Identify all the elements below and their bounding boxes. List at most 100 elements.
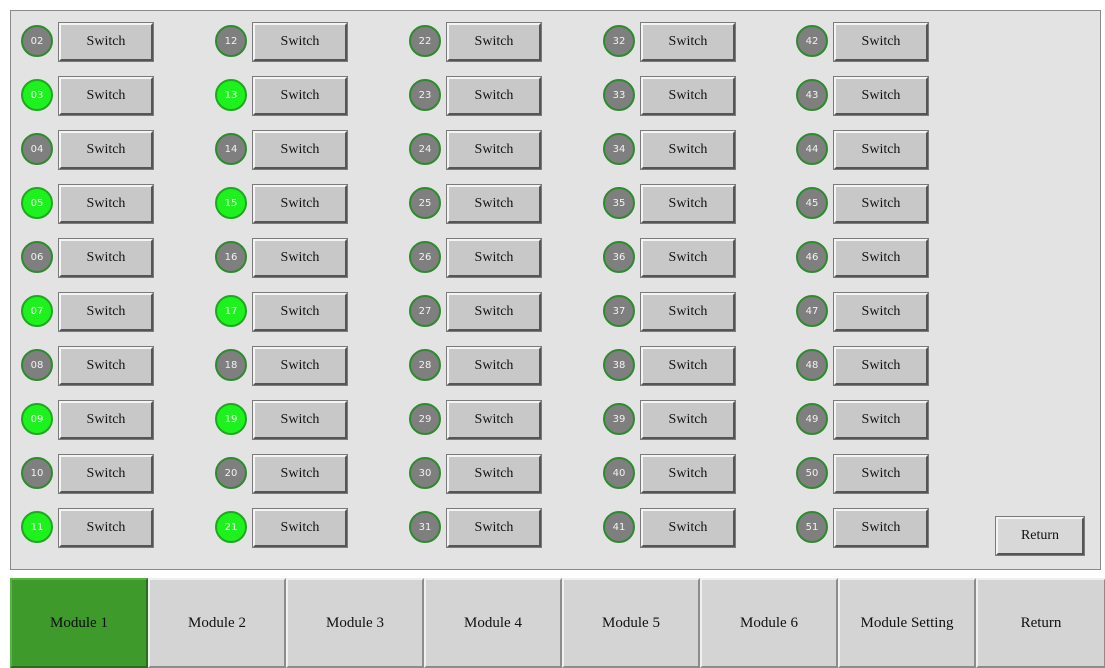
channel-status-indicator: 38: [603, 349, 635, 381]
switch-button[interactable]: Switch: [446, 292, 542, 332]
switch-button[interactable]: Switch: [252, 400, 348, 440]
module-tab[interactable]: Module 6: [700, 578, 838, 668]
switch-button[interactable]: Switch: [58, 400, 154, 440]
channel-status-indicator: 08: [21, 349, 53, 381]
channel-status-indicator: 48: [796, 349, 828, 381]
switch-button[interactable]: Switch: [252, 76, 348, 116]
channel-status-indicator: 20: [215, 457, 247, 489]
switch-button[interactable]: Switch: [58, 76, 154, 116]
channel-status-indicator: 17: [215, 295, 247, 327]
channel-status-indicator: 32: [603, 25, 635, 57]
switch-button[interactable]: Switch: [446, 454, 542, 494]
channel-status-indicator: 21: [215, 511, 247, 543]
switch-button[interactable]: Switch: [58, 292, 154, 332]
channel-status-indicator: 39: [603, 403, 635, 435]
switch-button[interactable]: Switch: [640, 184, 736, 224]
switch-button[interactable]: Switch: [446, 238, 542, 278]
channel-status-indicator: 07: [21, 295, 53, 327]
channel-status-indicator: 36: [603, 241, 635, 273]
switch-button[interactable]: Switch: [252, 292, 348, 332]
module-tab[interactable]: Module 5: [562, 578, 700, 668]
channel-status-indicator: 51: [796, 511, 828, 543]
switch-button[interactable]: Switch: [252, 346, 348, 386]
switch-button[interactable]: Switch: [640, 292, 736, 332]
switch-button[interactable]: Switch: [833, 400, 929, 440]
switch-button[interactable]: Switch: [833, 130, 929, 170]
channel-status-indicator: 40: [603, 457, 635, 489]
switch-button[interactable]: Switch: [58, 454, 154, 494]
switch-button[interactable]: Switch: [833, 238, 929, 278]
switch-button[interactable]: Switch: [58, 130, 154, 170]
channel-status-indicator: 42: [796, 25, 828, 57]
switch-button[interactable]: Switch: [640, 238, 736, 278]
switch-button[interactable]: Switch: [446, 184, 542, 224]
channel-status-indicator: 43: [796, 79, 828, 111]
channel-status-indicator: 16: [215, 241, 247, 273]
channel-status-indicator: 44: [796, 133, 828, 165]
channel-status-indicator: 49: [796, 403, 828, 435]
channel-status-indicator: 30: [409, 457, 441, 489]
panel-return-button[interactable]: Return: [995, 516, 1085, 556]
switch-button[interactable]: Switch: [446, 400, 542, 440]
switch-button[interactable]: Switch: [833, 76, 929, 116]
switch-button[interactable]: Switch: [640, 22, 736, 62]
switch-button[interactable]: Switch: [58, 238, 154, 278]
switch-button[interactable]: Switch: [446, 346, 542, 386]
channel-status-indicator: 26: [409, 241, 441, 273]
module-tab-bar: Module 1 Module 2 Module 3 Module 4 Module 5…: [10, 578, 1105, 668]
channel-status-indicator: 22: [409, 25, 441, 57]
channel-status-indicator: 05: [21, 187, 53, 219]
channel-status-indicator: 37: [603, 295, 635, 327]
module-tab[interactable]: Module 2: [148, 578, 286, 668]
switch-button[interactable]: Switch: [833, 454, 929, 494]
switch-button[interactable]: Switch: [252, 238, 348, 278]
switch-button[interactable]: Switch: [833, 292, 929, 332]
channel-status-indicator: 27: [409, 295, 441, 327]
channel-status-indicator: 09: [21, 403, 53, 435]
switch-button[interactable]: Switch: [446, 508, 542, 548]
module-tab[interactable]: Module 3: [286, 578, 424, 668]
switch-button[interactable]: Switch: [446, 130, 542, 170]
channel-status-indicator: 18: [215, 349, 247, 381]
switch-button[interactable]: Switch: [640, 76, 736, 116]
channel-status-indicator: 12: [215, 25, 247, 57]
switch-button[interactable]: Switch: [252, 130, 348, 170]
channel-status-indicator: 06: [21, 241, 53, 273]
channel-status-indicator: 11: [21, 511, 53, 543]
switch-button[interactable]: Switch: [252, 454, 348, 494]
channel-status-indicator: 29: [409, 403, 441, 435]
channel-status-indicator: 19: [215, 403, 247, 435]
switch-button[interactable]: Switch: [640, 400, 736, 440]
switch-panel: 02 Switch 03 Switch 04 Switch 05 Switch 06 Switch…: [10, 10, 1101, 570]
channel-status-indicator: 14: [215, 133, 247, 165]
switch-button[interactable]: Switch: [58, 508, 154, 548]
module-tab[interactable]: Module 4: [424, 578, 562, 668]
switch-button[interactable]: Switch: [446, 22, 542, 62]
switch-button[interactable]: Switch: [252, 184, 348, 224]
channel-status-indicator: 35: [603, 187, 635, 219]
switch-button[interactable]: Switch: [833, 184, 929, 224]
module-tab[interactable]: Module 1: [10, 578, 148, 668]
switch-button[interactable]: Switch: [640, 508, 736, 548]
switch-button[interactable]: Switch: [252, 508, 348, 548]
channel-status-indicator: 33: [603, 79, 635, 111]
switch-button[interactable]: Switch: [58, 184, 154, 224]
channel-status-indicator: 23: [409, 79, 441, 111]
channel-status-indicator: 34: [603, 133, 635, 165]
channel-status-indicator: 13: [215, 79, 247, 111]
switch-button[interactable]: Switch: [252, 22, 348, 62]
switch-button[interactable]: Switch: [446, 76, 542, 116]
switch-button[interactable]: Switch: [833, 346, 929, 386]
switch-button[interactable]: Switch: [833, 22, 929, 62]
return-tab[interactable]: Return: [976, 578, 1105, 668]
module-tab[interactable]: Module Setting: [838, 578, 976, 668]
switch-button[interactable]: Switch: [640, 346, 736, 386]
switch-button[interactable]: Switch: [833, 508, 929, 548]
channel-status-indicator: 28: [409, 349, 441, 381]
switch-button[interactable]: Switch: [58, 22, 154, 62]
switch-button[interactable]: Switch: [58, 346, 154, 386]
channel-status-indicator: 15: [215, 187, 247, 219]
switch-button[interactable]: Switch: [640, 454, 736, 494]
switch-button[interactable]: Switch: [640, 130, 736, 170]
channel-status-indicator: 31: [409, 511, 441, 543]
